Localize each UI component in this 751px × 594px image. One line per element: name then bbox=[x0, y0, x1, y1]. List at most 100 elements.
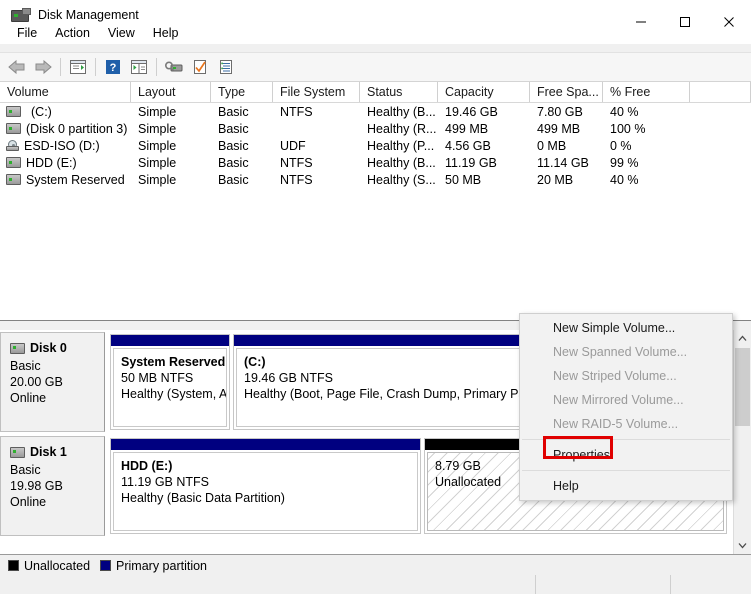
status-pane-1 bbox=[0, 575, 536, 594]
menu-file[interactable]: File bbox=[8, 23, 46, 43]
partition-name: HDD (E:) bbox=[121, 459, 173, 473]
disk-title: Disk 0 bbox=[10, 341, 104, 355]
toolbar-separator bbox=[95, 58, 96, 76]
volume-cell: HDD (E:) bbox=[0, 156, 131, 170]
properties-icon[interactable] bbox=[213, 55, 239, 79]
context-menu-separator bbox=[522, 439, 730, 440]
free-space-cell: 0 MB bbox=[537, 138, 567, 153]
ctx-help[interactable]: Help bbox=[520, 474, 732, 498]
help-icon[interactable]: ? bbox=[100, 55, 126, 79]
menu-bar: File Action View Help bbox=[0, 21, 188, 45]
volume-cell: (Disk 0 partition 3) bbox=[0, 122, 131, 136]
table-row[interactable]: System Reserved Simple Basic NTFS Healthy (S… bbox=[0, 171, 751, 188]
partition-capacity-bar bbox=[111, 439, 420, 450]
file-system-cell: NTFS bbox=[280, 104, 313, 119]
percent-free-cell: 0 % bbox=[610, 138, 632, 153]
menu-action[interactable]: Action bbox=[46, 23, 99, 43]
column-header--free[interactable]: % Free bbox=[603, 82, 690, 102]
disk-icon bbox=[10, 446, 25, 458]
scroll-up-arrow[interactable] bbox=[734, 330, 751, 347]
legend-swatch-primary-partition bbox=[100, 560, 112, 571]
free-space-cell: 11.14 GB bbox=[537, 155, 589, 170]
legend-item-unallocated: Unallocated bbox=[8, 559, 90, 573]
partition-legend: Unallocated Primary partition bbox=[0, 554, 751, 577]
context-menu-separator bbox=[522, 470, 730, 471]
disk-info-panel[interactable]: Disk 1 Basic 19.98 GB Online bbox=[0, 436, 105, 536]
layout-cell: Simple bbox=[138, 155, 177, 170]
status-cell: Healthy (R... bbox=[367, 121, 437, 136]
scroll-down-arrow[interactable] bbox=[734, 537, 751, 554]
type-cell: Basic bbox=[218, 138, 249, 153]
table-row[interactable]: ESD-ISO (D:) Simple Basic UDF Healthy (P... 4… bbox=[0, 137, 751, 154]
file-system-cell: NTFS bbox=[280, 155, 313, 170]
maximize-button[interactable] bbox=[663, 0, 707, 44]
percent-free-cell: 40 % bbox=[610, 172, 639, 187]
table-row[interactable]: (Disk 0 partition 3) Simple Basic Healthy (… bbox=[0, 120, 751, 137]
layout-cell: Simple bbox=[138, 172, 177, 187]
status-bar bbox=[0, 575, 751, 594]
partition-size-fs: 11.19 GB NTFS bbox=[121, 475, 209, 489]
capacity-cell: 50 MB bbox=[445, 172, 482, 187]
partition-size-fs: 50 MB NTFS bbox=[121, 371, 194, 385]
file-system-cell: NTFS bbox=[280, 172, 313, 187]
free-space-cell: 20 MB bbox=[537, 172, 574, 187]
column-header-file-system[interactable]: File System bbox=[273, 82, 360, 102]
legend-item-primary-partition: Primary partition bbox=[100, 559, 207, 573]
partition-details: System Reserved 50 MB NTFS Healthy (System… bbox=[113, 348, 227, 427]
disk-size: 19.98 GB bbox=[10, 479, 63, 493]
disk-size: 20.00 GB bbox=[10, 375, 63, 389]
minimize-button[interactable] bbox=[619, 0, 663, 44]
table-row[interactable]: HDD (E:) Simple Basic NTFS Healthy (B... 11.1… bbox=[0, 154, 751, 171]
scrollbar-thumb[interactable] bbox=[735, 348, 750, 426]
percent-free-cell: 100 % bbox=[610, 121, 646, 136]
rescan-disks-icon[interactable] bbox=[161, 55, 187, 79]
toolbar-separator bbox=[156, 58, 157, 76]
volume-label: (Disk 0 partition 3) bbox=[26, 121, 128, 136]
capacity-cell: 19.46 GB bbox=[445, 104, 498, 119]
ctx-properties[interactable]: Properties bbox=[520, 443, 732, 467]
legend-label-unallocated: Unallocated bbox=[24, 558, 91, 573]
refresh-icon[interactable] bbox=[187, 55, 213, 79]
column-header-type[interactable]: Type bbox=[211, 82, 273, 102]
back-icon[interactable] bbox=[4, 55, 30, 79]
status-cell: Healthy (B... bbox=[367, 104, 436, 119]
column-header-blank[interactable] bbox=[690, 82, 751, 102]
column-header-layout[interactable]: Layout bbox=[131, 82, 211, 102]
ctx-new-raid5-volume: New RAID-5 Volume... bbox=[553, 417, 679, 431]
column-header-capacity[interactable]: Capacity bbox=[438, 82, 530, 102]
partition-block[interactable]: HDD (E:) 11.19 GB NTFS Healthy (Basic Data… bbox=[110, 438, 421, 534]
show-hide-console-tree-icon[interactable] bbox=[65, 55, 91, 79]
close-button[interactable] bbox=[707, 0, 751, 44]
column-header-free-spa[interactable]: Free Spa... bbox=[530, 82, 603, 102]
type-cell: Basic bbox=[218, 104, 249, 119]
partition-capacity-bar bbox=[111, 335, 229, 346]
type-cell: Basic bbox=[218, 172, 249, 187]
capacity-cell: 11.19 GB bbox=[445, 155, 497, 170]
forward-icon[interactable] bbox=[30, 55, 56, 79]
menu-help[interactable]: Help bbox=[144, 23, 188, 43]
legend-label-primary-partition: Primary partition bbox=[116, 558, 208, 573]
graphical-pane-scrollbar[interactable] bbox=[733, 330, 751, 554]
type-cell: Basic bbox=[218, 121, 249, 136]
percent-free-cell: 99 % bbox=[610, 155, 639, 170]
show-hide-action-pane-icon[interactable] bbox=[126, 55, 152, 79]
volume-cell: (C:) bbox=[0, 105, 131, 119]
column-header-volume[interactable]: Volume bbox=[0, 82, 131, 102]
column-header-status[interactable]: Status bbox=[360, 82, 438, 102]
table-row[interactable]: (C:) Simple Basic NTFS Healthy (B... 19.46 GB… bbox=[0, 103, 751, 120]
menu-view[interactable]: View bbox=[99, 23, 144, 43]
cd-drive-icon bbox=[6, 140, 19, 151]
ctx-new-spanned-volume: New Spanned Volume... bbox=[553, 345, 688, 359]
partition-name: System Reserved bbox=[121, 355, 226, 369]
disk-title: Disk 1 bbox=[10, 445, 104, 459]
capacity-cell: 4.56 GB bbox=[445, 138, 491, 153]
disk-icon bbox=[10, 342, 25, 354]
volume-label: HDD (E:) bbox=[26, 155, 77, 170]
ctx-new-simple-volume[interactable]: New Simple Volume... bbox=[520, 316, 732, 340]
status-cell: Healthy (P... bbox=[367, 138, 435, 153]
partition-block[interactable]: System Reserved 50 MB NTFS Healthy (System… bbox=[110, 334, 230, 430]
legend-swatch-unallocated bbox=[8, 560, 19, 571]
toolbar: ? bbox=[0, 52, 751, 82]
disk-info-panel[interactable]: Disk 0 Basic 20.00 GB Online bbox=[0, 332, 105, 432]
disk-management-window: Disk Management File Action View Help ? … bbox=[0, 0, 751, 594]
